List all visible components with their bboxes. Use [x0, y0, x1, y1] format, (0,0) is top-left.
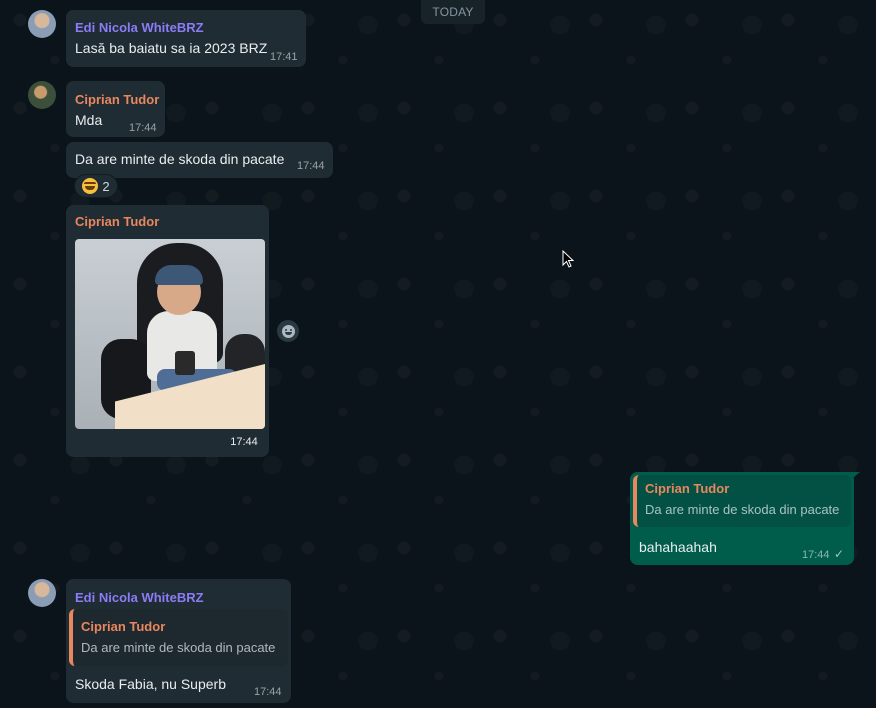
quoted-message[interactable]: Ciprian Tudor Da are minte de skoda din … — [69, 609, 288, 666]
message-time: 17:41 — [270, 51, 298, 63]
message-bubble[interactable]: Edi Nicola WhiteBRZ Ciprian Tudor Da are… — [66, 579, 291, 703]
smiley-icon — [281, 324, 295, 338]
message-text: Lasă ba baiatu sa ia 2023 BRZ — [75, 40, 268, 56]
sender-name[interactable]: Edi Nicola WhiteBRZ — [75, 590, 204, 605]
quoted-text: Da are minte de skoda din pacate — [81, 640, 276, 655]
laughing-tears-emoji-icon — [82, 178, 99, 194]
sender-name[interactable]: Ciprian Tudor — [75, 214, 159, 229]
quoted-sender: Ciprian Tudor — [645, 481, 730, 496]
outgoing-message-bubble[interactable]: Ciprian Tudor Da are minte de skoda din … — [630, 472, 854, 565]
message-time: 17:44 — [129, 122, 157, 134]
message-text: Skoda Fabia, nu Superb — [75, 676, 226, 692]
avatar[interactable] — [28, 10, 56, 38]
photo-child-in-office-chair[interactable] — [75, 239, 265, 429]
avatar[interactable] — [28, 81, 56, 109]
mouse-cursor-icon — [562, 250, 574, 268]
message-text: Da are minte de skoda din pacate — [75, 151, 285, 167]
quoted-sender: Ciprian Tudor — [81, 619, 166, 634]
quoted-text: Da are minte de skoda din pacate — [645, 502, 840, 517]
message-bubble[interactable]: Ciprian Tudor Mda 17:44 — [66, 81, 165, 137]
message-time: 17:44 — [297, 160, 325, 172]
message-bubble[interactable]: Edi Nicola WhiteBRZ Lasă ba baiatu sa ia… — [66, 10, 306, 67]
avatar[interactable] — [28, 579, 56, 607]
message-bubble[interactable]: Da are minte de skoda din pacate 17:44 — [66, 142, 333, 178]
chat-panel: TODAY Edi Nicola WhiteBRZ Lasă ba baiatu… — [0, 0, 876, 708]
react-button[interactable] — [277, 320, 299, 342]
message-text: Mda — [75, 112, 103, 128]
message-text: bahahaahah — [639, 539, 717, 555]
sender-name[interactable]: Edi Nicola WhiteBRZ — [75, 20, 204, 35]
quoted-message[interactable]: Ciprian Tudor Da are minte de skoda din … — [633, 475, 851, 527]
reaction-pill[interactable]: 2 — [74, 174, 118, 198]
message-time: 17:44 — [230, 436, 258, 448]
message-time: 17:44 — [254, 686, 282, 698]
sender-name[interactable]: Ciprian Tudor — [75, 92, 159, 107]
reaction-count: 2 — [102, 178, 110, 194]
single-check-icon: ✓ — [834, 547, 845, 561]
date-divider: TODAY — [421, 0, 485, 24]
message-time: 17:44 — [802, 549, 830, 561]
image-time-chip: 17:44 — [224, 432, 264, 452]
